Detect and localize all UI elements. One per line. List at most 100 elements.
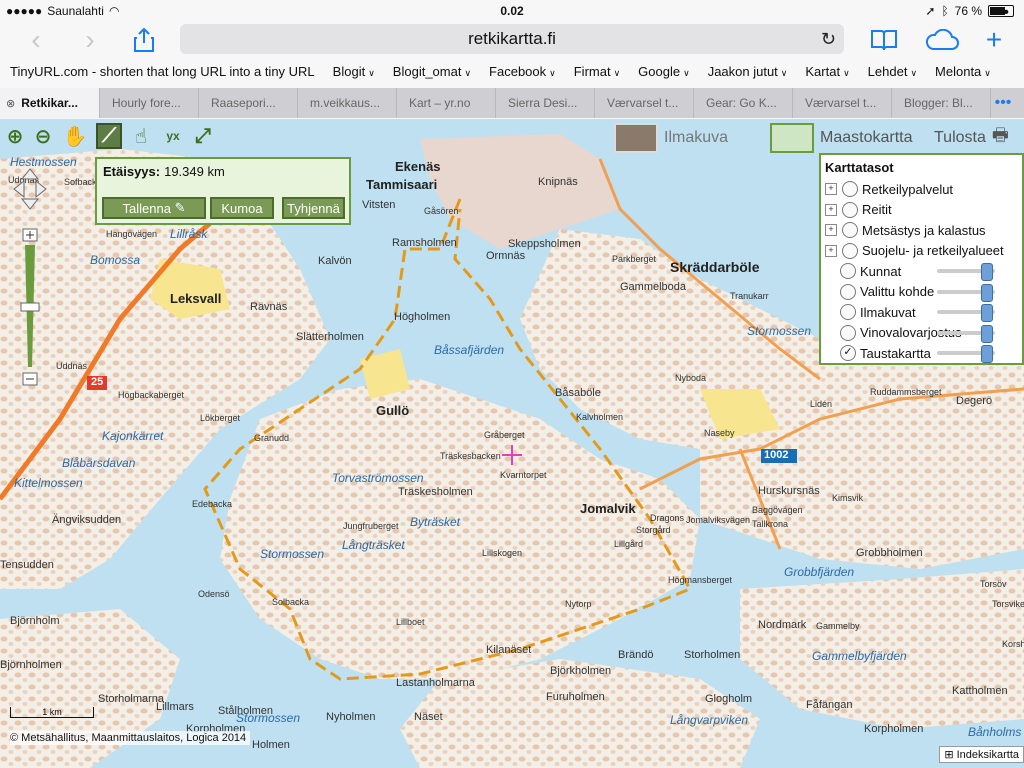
- layer-checkbox[interactable]: [842, 242, 858, 259]
- chevron-down-icon: ∨: [683, 67, 690, 78]
- layer-checkbox[interactable]: ✓: [840, 345, 856, 361]
- bookmark-item[interactable]: Facebook ∨: [479, 64, 564, 79]
- layer-item[interactable]: + Metsästys ja kalastus: [825, 220, 1020, 240]
- browser-tab[interactable]: ⊗ Retkikar...: [0, 88, 100, 118]
- address-bar[interactable]: retkikartta.fi ↻: [180, 24, 844, 54]
- measure-area-tool[interactable]: ☝: [128, 123, 154, 149]
- zoom-in-tool[interactable]: ⊕: [2, 123, 28, 149]
- place-label: Lillmars: [156, 701, 194, 713]
- back-button[interactable]: ‹: [18, 22, 54, 58]
- bookmark-item[interactable]: Melonta ∨: [925, 64, 999, 79]
- opacity-slider[interactable]: [937, 324, 995, 343]
- measure-distance-tool[interactable]: ⟋: [96, 123, 122, 149]
- browser-tab[interactable]: Værvarsel t...: [793, 88, 892, 118]
- browser-tab[interactable]: Gear: Go K...: [694, 88, 793, 118]
- slider-knob[interactable]: [981, 304, 994, 322]
- browser-tab[interactable]: Blogger: Bl...: [892, 88, 991, 118]
- undo-button[interactable]: Kumoa: [210, 197, 274, 219]
- opacity-slider[interactable]: [937, 263, 995, 281]
- slider-knob[interactable]: [981, 345, 994, 363]
- plus-icon: +: [985, 24, 1003, 55]
- layer-checkbox[interactable]: [842, 181, 858, 197]
- opacity-slider[interactable]: [937, 283, 995, 302]
- layer-item[interactable]: + Retkeilypalvelut: [825, 179, 1020, 199]
- expand-icon: ⤢: [195, 124, 211, 147]
- place-label: Solbacka: [272, 597, 310, 607]
- bookmark-item[interactable]: Blogit ∨: [323, 64, 383, 79]
- slider-knob[interactable]: [981, 283, 994, 302]
- reload-icon[interactable]: ↻: [821, 29, 836, 50]
- layer-label: Kunnat: [860, 263, 902, 279]
- zoom-out-tool[interactable]: ⊖: [30, 123, 56, 149]
- slider-knob[interactable]: [981, 324, 994, 343]
- terrain-label: Maastokartta: [820, 129, 913, 146]
- layer-checkbox[interactable]: [840, 324, 856, 341]
- save-button[interactable]: Tallenna ✎: [102, 197, 206, 219]
- layer-checkbox[interactable]: [840, 283, 856, 300]
- layer-label: Metsästys ja kalastus: [862, 222, 986, 238]
- layer-item[interactable]: ✓ Taustakartta: [825, 343, 1020, 363]
- browser-tab[interactable]: Værvarsel t...: [595, 88, 694, 118]
- layer-checkbox[interactable]: [842, 222, 858, 238]
- place-label: Högholmen: [394, 311, 451, 323]
- place-label: Stormossen: [747, 324, 812, 338]
- index-map-button[interactable]: ⊞ Indeksikartta: [939, 746, 1024, 763]
- pan-tool[interactable]: ✋: [62, 123, 88, 149]
- opacity-slider[interactable]: [937, 304, 995, 322]
- expand-icon[interactable]: +: [825, 183, 837, 195]
- browser-tab[interactable]: Kart – yr.no: [397, 88, 496, 118]
- browser-tab[interactable]: Sierra Desi...: [496, 88, 595, 118]
- place-label: Storholmen: [684, 649, 741, 661]
- bookmarks-button[interactable]: [866, 22, 902, 58]
- expand-icon[interactable]: +: [825, 244, 837, 257]
- bookmark-item[interactable]: TinyURL.com - shorten that long URL into…: [0, 64, 323, 79]
- coordinates-tool[interactable]: yx: [160, 123, 186, 149]
- place-label: Kittelmossen: [14, 476, 83, 490]
- layer-checkbox[interactable]: [842, 201, 858, 218]
- layer-item[interactable]: + Suojelu- ja retkeilyalueet: [825, 241, 1020, 261]
- terrain-layer-button[interactable]: Maastokartta: [770, 123, 912, 153]
- opacity-slider[interactable]: [937, 345, 995, 363]
- layer-checkbox[interactable]: [840, 263, 856, 279]
- tab-label: Raasepori...: [211, 96, 276, 110]
- clear-button[interactable]: Tyhjennä: [282, 197, 345, 219]
- bookmark-label: Firmat: [573, 63, 611, 79]
- layer-item[interactable]: Ilmakuvat: [825, 302, 1020, 322]
- layer-item[interactable]: Kunnat: [825, 261, 1020, 281]
- browser-tab[interactable]: Raasepori...: [199, 88, 298, 118]
- layer-item[interactable]: Valittu kohde: [825, 282, 1020, 302]
- bookmark-item[interactable]: Kartat ∨: [795, 64, 857, 79]
- location-arrow-icon: ➚: [925, 4, 936, 18]
- aerial-layer-button[interactable]: Ilmakuva: [614, 123, 728, 153]
- battery-percent: 76 %: [954, 4, 982, 18]
- bookmark-item[interactable]: Jaakon jutut ∨: [698, 64, 796, 79]
- map-canvas[interactable]: 25 1002 Ekenäs Tammisaari Skräddarböle Leks…: [0, 119, 1024, 768]
- bookmark-item[interactable]: Blogit_omat ∨: [383, 64, 479, 79]
- place-label: Jomalviksvägen: [686, 515, 751, 525]
- layer-checkbox[interactable]: [840, 304, 856, 320]
- bookmark-label: Lehdet: [867, 63, 908, 79]
- book-icon: [871, 30, 897, 51]
- bookmark-item[interactable]: Google ∨: [628, 64, 698, 79]
- share-button[interactable]: [126, 22, 162, 58]
- bookmark-item[interactable]: Lehdet ∨: [858, 64, 925, 79]
- expand-icon[interactable]: +: [825, 203, 837, 216]
- layer-item[interactable]: Vinovalovarjostus: [825, 323, 1020, 343]
- more-tabs-icon[interactable]: •••: [991, 88, 1015, 118]
- place-label: Lastanholmarna: [396, 677, 475, 689]
- expand-icon[interactable]: +: [825, 224, 837, 236]
- browser-tab[interactable]: m.veikkaus...: [298, 88, 397, 118]
- slider-knob[interactable]: [981, 263, 994, 281]
- bookmark-label: Kartat: [805, 63, 841, 79]
- browser-tab[interactable]: Hourly fore...: [100, 88, 199, 118]
- tab-label: Kart – yr.no: [409, 96, 471, 110]
- bookmark-item[interactable]: Firmat ∨: [564, 64, 628, 79]
- fullscreen-tool[interactable]: ⤢: [190, 123, 216, 149]
- close-tab-icon[interactable]: ⊗: [6, 97, 15, 110]
- bookmarks-more-icon[interactable]: •••: [990, 4, 1010, 22]
- cloud-tabs-button[interactable]: [922, 22, 962, 58]
- print-button[interactable]: Tulosta 🖶: [934, 123, 1009, 153]
- new-tab-button[interactable]: +: [976, 22, 1012, 58]
- layer-item[interactable]: + Reitit: [825, 200, 1020, 220]
- forward-button[interactable]: ›: [72, 22, 108, 58]
